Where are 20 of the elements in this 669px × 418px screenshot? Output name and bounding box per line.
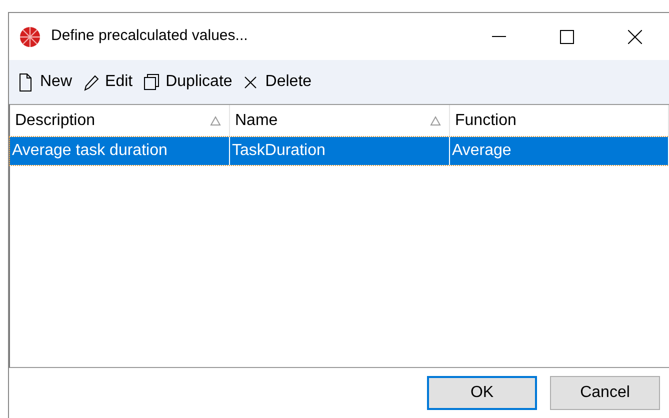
table-row[interactable]: Average task duration TaskDuration Average <box>10 137 669 165</box>
new-button[interactable]: New <box>17 70 72 94</box>
delete-button[interactable]: Delete <box>242 70 312 94</box>
table-cell: Average <box>450 137 669 165</box>
table-cell: Average task duration <box>10 137 230 165</box>
sort-icon <box>210 116 221 126</box>
close-icon <box>628 30 642 44</box>
duplicate-button[interactable]: Duplicate <box>142 70 232 94</box>
app-icon <box>19 26 41 48</box>
dialog-button[interactable]: OK <box>427 376 537 410</box>
table-cell: TaskDuration <box>230 137 450 165</box>
edit-button[interactable]: Edit <box>82 70 133 94</box>
copy-icon <box>142 72 160 92</box>
sort-icon <box>430 116 441 126</box>
file-icon <box>17 72 34 92</box>
window-title: Define precalculated values... <box>51 26 248 46</box>
pencil-icon <box>82 72 100 92</box>
maximize-icon <box>560 30 574 44</box>
dialog-button[interactable]: Cancel <box>550 376 660 410</box>
minimize-icon <box>492 36 506 37</box>
